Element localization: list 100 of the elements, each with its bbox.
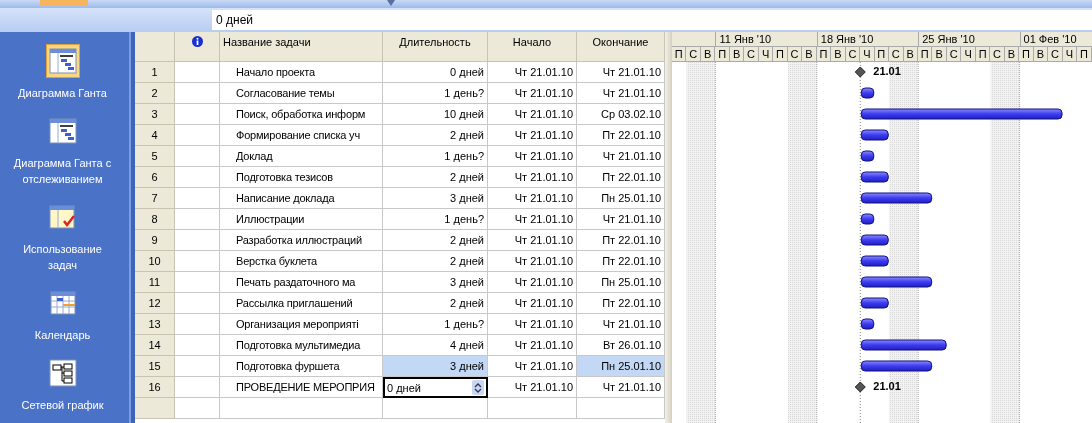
milestone-label: 21.01 [873,380,901,392]
view-item[interactable]: Календарь [0,286,125,343]
table-cell [175,272,220,293]
table-cell: Чт 21.01.10 [488,230,577,251]
entry-field[interactable]: 0 дней [212,10,1092,30]
row-number[interactable]: 8 [135,209,175,230]
row-number[interactable]: 1 [135,62,175,83]
table-cell [175,356,220,377]
column-header[interactable]: Длительность [383,32,488,62]
info-icon [191,36,203,47]
view-item[interactable]: Диаграмма Ганта с отслеживанием [0,114,125,187]
day-label: Ч [758,47,774,61]
milestone-icon[interactable] [854,381,866,393]
row-number[interactable]: 11 [135,272,175,293]
table-cell: 1 день? [383,146,488,167]
view-item[interactable]: Сетевой график [0,356,125,413]
table-cell: Написание доклада [220,188,383,209]
table-cell: 1 день? [383,314,488,335]
row-number[interactable]: 14 [135,335,175,356]
day-label: Ч [1062,47,1078,61]
task-bar[interactable] [860,255,889,267]
table-cell: Иллюстрации [220,209,383,230]
table-cell: 2 дней [383,230,488,251]
task-bar[interactable] [860,339,947,351]
row-number[interactable]: 2 [135,83,175,104]
task-bar[interactable] [860,297,889,309]
table-cell: Чт 21.01.10 [488,104,577,125]
table-cell [175,62,220,83]
table-cell [175,83,220,104]
table-cell: 2 дней [383,167,488,188]
day-label: С [889,47,904,61]
day-label: В [932,47,947,61]
timescale-label: 25 Янв '10 [918,32,1020,46]
table-cell [175,125,220,146]
table-cell: ПРОВЕДЕНИЕ МЕРОПРИЯ [220,377,383,398]
task-bar[interactable] [860,318,875,330]
duration-field[interactable]: 0 дней [383,377,488,398]
row-number[interactable]: 12 [135,293,175,314]
table-cell [175,209,220,230]
row-number[interactable]: 3 [135,104,175,125]
table-cell: 10 дней [383,104,488,125]
view-label: Использование задач [22,242,103,273]
day-label: Ч [860,47,875,61]
day-label: П [975,47,991,61]
table-cell: Чт 21.01.10 [488,314,577,335]
task-bar[interactable] [860,360,933,372]
table-cell: Чт 21.01.10 [488,167,577,188]
row-number[interactable]: 9 [135,230,175,251]
row-number[interactable]: 5 [135,146,175,167]
view-label: Календарь [34,328,91,343]
view-label: Диаграмма Ганта с отслеживанием [12,156,113,187]
column-header[interactable]: Название задачи [220,32,383,62]
view-item[interactable]: Использование задач [0,200,125,273]
table-cell: Верстка буклета [220,251,383,272]
day-label: В [802,47,817,61]
table-cell: 0 дней [383,62,488,83]
day-label: В [1004,47,1020,61]
row-number[interactable]: 13 [135,314,175,335]
row-number[interactable]: 15 [135,356,175,377]
table-cell: Подготовка фуршета [220,356,383,377]
column-header[interactable]: Начало [488,32,577,62]
day-label: С [845,47,861,61]
task-bar[interactable] [860,150,875,162]
task-bar[interactable] [860,192,933,204]
table-cell: Пн 25.01.10 [577,356,665,377]
column-header[interactable] [175,32,220,62]
day-label: Ч [961,47,976,61]
task-bar[interactable] [860,87,875,99]
table-cell: 2 дней [383,293,488,314]
table-cell: 2 дней [383,251,488,272]
spinner-icon[interactable] [472,380,484,395]
task-bar[interactable] [860,171,889,183]
table-cell: Чт 21.01.10 [488,83,577,104]
table-cell [175,167,220,188]
table-cell [175,314,220,335]
view-item[interactable]: Диаграмма Ганта [0,44,125,101]
row-number[interactable]: 16 [135,377,175,398]
task-bar[interactable] [860,276,933,288]
task-bar[interactable] [860,213,875,225]
task-bar[interactable] [860,234,889,246]
table-cell [175,251,220,272]
table-cell: 1 день? [383,209,488,230]
table-cell: Чт 21.01.10 [488,335,577,356]
table-cell: 3 дней [383,188,488,209]
row-number[interactable]: 4 [135,125,175,146]
day-label: С [946,47,962,61]
day-label: В [903,47,918,61]
day-label: С [990,47,1005,61]
column-header[interactable]: Окончание [577,32,665,62]
table-cell: Чт 21.01.10 [488,188,577,209]
day-label: П [773,47,788,61]
table-cell: 1 день? [383,83,488,104]
task-bar[interactable] [860,129,889,141]
milestone-icon[interactable] [854,66,866,78]
row-number[interactable]: 6 [135,167,175,188]
table-cell: Чт 21.01.10 [488,272,577,293]
row-number[interactable]: 10 [135,251,175,272]
row-number[interactable]: 7 [135,188,175,209]
day-label: П [1077,47,1092,61]
table-cell: Доклад [220,146,383,167]
